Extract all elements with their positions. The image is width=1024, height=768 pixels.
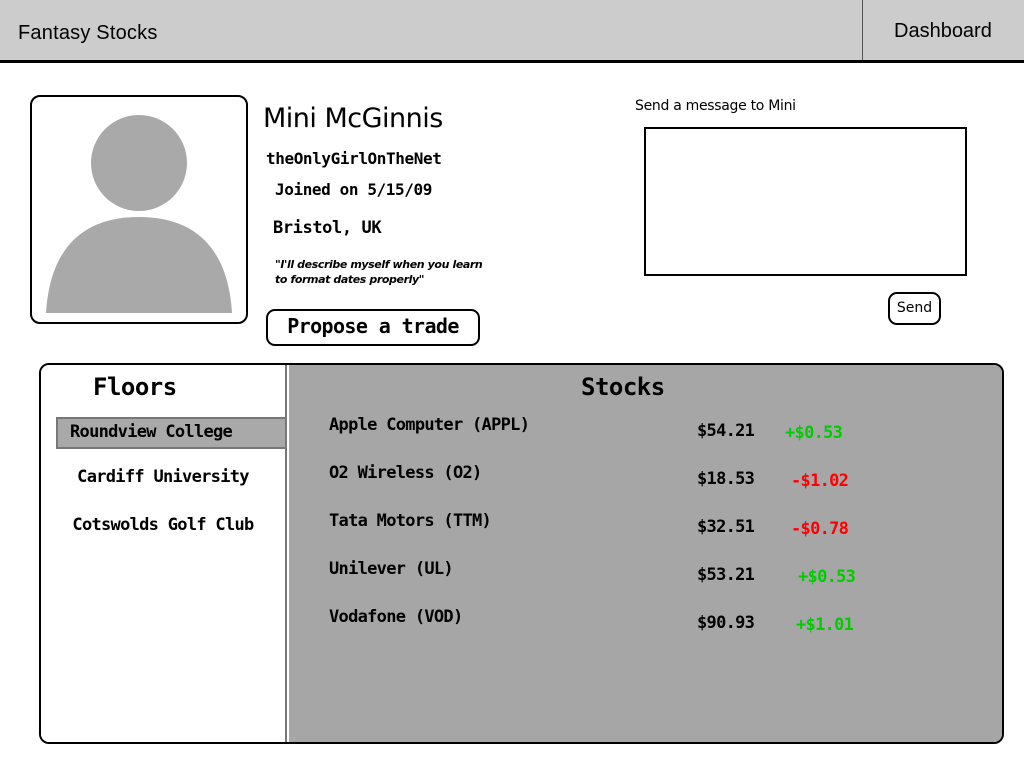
- stock-price: $32.51: [697, 517, 755, 537]
- profile-bio-line: to format dates properly": [275, 273, 425, 286]
- stock-price: $18.53: [697, 469, 755, 489]
- stock-name[interactable]: Tata Motors (TTM): [329, 511, 492, 531]
- send-button[interactable]: Send: [888, 292, 941, 325]
- stock-change: -$0.78: [791, 519, 849, 539]
- propose-trade-button[interactable]: Propose a trade: [266, 309, 480, 346]
- top-bar: Fantasy Stocks Dashboard: [0, 0, 1024, 63]
- profile-bio-line: "I'll describe myself when you learn: [275, 258, 483, 271]
- stock-price: $53.21: [697, 565, 755, 585]
- message-input[interactable]: [644, 127, 967, 276]
- stocks-title: Stocks: [581, 373, 665, 401]
- stock-name[interactable]: Apple Computer (APPL): [329, 415, 530, 435]
- stock-change: -$1.02: [791, 471, 849, 491]
- message-label: Send a message to Mini: [635, 98, 796, 114]
- profile-bio: "I'll describe myself when you learn to …: [275, 257, 510, 287]
- user-silhouette-icon: [46, 115, 232, 313]
- stock-row: Unilever (UL) $53.21 +$0.53: [289, 559, 1002, 599]
- floor-item-roundview-college[interactable]: Roundview College: [56, 417, 287, 449]
- floors-list: Floors Roundview College Cardiff Univers…: [41, 365, 287, 742]
- avatar: [30, 95, 248, 324]
- stock-change: +$0.53: [798, 567, 856, 587]
- stock-name[interactable]: Vodafone (VOD): [329, 607, 463, 627]
- stock-price: $90.93: [697, 613, 755, 633]
- stock-name[interactable]: Unilever (UL): [329, 559, 454, 579]
- stock-change: +$0.53: [785, 423, 843, 443]
- stock-price: $54.21: [697, 421, 755, 441]
- floors-stocks-panel: Floors Roundview College Cardiff Univers…: [39, 363, 1004, 744]
- profile-joined-date: Joined on 5/15/09: [275, 180, 432, 199]
- stock-name[interactable]: O2 Wireless (O2): [329, 463, 482, 483]
- stock-row: Tata Motors (TTM) $32.51 -$0.78: [289, 511, 1002, 551]
- stock-row: Vodafone (VOD) $90.93 +$1.01: [289, 607, 1002, 647]
- stocks-list: Stocks Apple Computer (APPL) $54.21 +$0.…: [289, 365, 1002, 742]
- floors-title: Floors: [93, 373, 177, 401]
- floor-item-cotswolds-golf-club[interactable]: Cotswolds Golf Club: [41, 510, 285, 542]
- profile-name: Mini McGinnis: [263, 103, 443, 134]
- stock-row: Apple Computer (APPL) $54.21 +$0.53: [289, 415, 1002, 455]
- stock-row: O2 Wireless (O2) $18.53 -$1.02: [289, 463, 1002, 503]
- dashboard-link[interactable]: Dashboard: [862, 0, 1024, 60]
- profile-username: theOnlyGirlOnTheNet: [266, 149, 442, 168]
- stock-change: +$1.01: [796, 615, 854, 635]
- floor-item-cardiff-university[interactable]: Cardiff University: [41, 462, 285, 494]
- app-title: Fantasy Stocks: [18, 22, 158, 44]
- profile-location: Bristol, UK: [273, 218, 382, 238]
